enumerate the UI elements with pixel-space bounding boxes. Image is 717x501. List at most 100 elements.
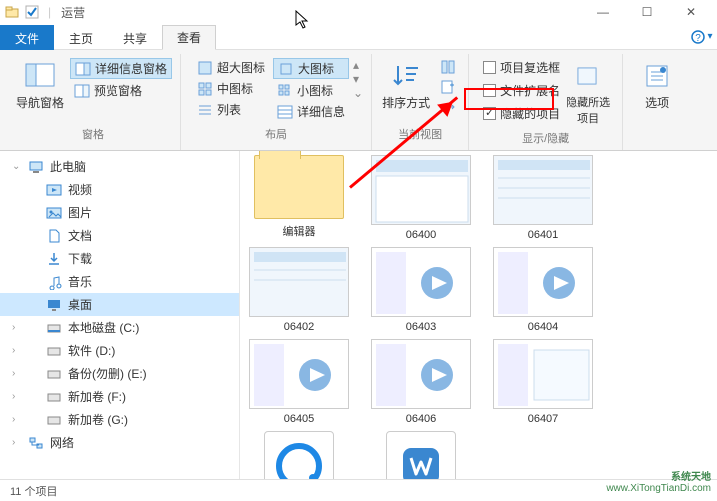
image-thumb [249,339,349,409]
help-button[interactable]: ? ▾ [687,24,717,49]
preview-pane-button[interactable]: 预览窗格 [70,81,172,100]
nav-videos[interactable]: 视频 [0,178,239,201]
checkbox-checked-icon [483,107,496,120]
pc-icon [28,159,44,175]
watermark: 系统天地 www.XiTongTianDi.com [606,468,711,494]
lg-icon [278,61,294,77]
desktop-icon [46,297,62,313]
tab-view[interactable]: 查看 [162,25,216,50]
size-columns-button[interactable] [436,98,460,116]
picture-icon [46,205,62,221]
minimize-button[interactable]: — [581,0,625,24]
nav-desktop[interactable]: 桌面 [0,293,239,316]
window-title: 运营 [61,4,85,21]
item-qq-browser[interactable]: QQ浏览器 [244,431,354,479]
file-ext-toggle[interactable]: 文件扩展名 [481,81,562,100]
image-thumb [371,155,471,225]
qq-icon [264,431,334,479]
group-by-button[interactable] [436,58,460,76]
disk-icon [46,412,62,428]
maximize-button[interactable]: ☐ [625,0,669,24]
nav-disk-g[interactable]: ›新加卷 (G:) [0,408,239,431]
layout-xl[interactable]: 超大图标 [193,58,269,77]
layout-scroll-up[interactable]: ▴ [353,58,363,72]
video-icon [46,182,62,198]
preview-pane-icon [74,83,90,99]
list-icon [197,102,213,118]
nav-downloads[interactable]: 下载 [0,247,239,270]
options-button[interactable]: 选项 [631,58,683,113]
qa-check-icon[interactable] [24,4,40,20]
layout-sm[interactable]: 小图标 [273,81,349,100]
item-06403[interactable]: 06403 [366,247,476,333]
layout-details[interactable]: 详细信息 [273,102,349,121]
item-06406[interactable]: 06406 [366,339,476,425]
group-show-hide: 项目复选框 文件扩展名 隐藏的项目 隐藏所选项目 显示/隐藏 [468,54,622,150]
item-folder[interactable]: 编辑器 [244,155,354,241]
item-checkboxes-toggle[interactable]: 项目复选框 [481,58,562,77]
content-area[interactable]: 编辑器 06400 06401 06402 06403 06404 06405 … [240,151,717,479]
item-06404[interactable]: 06404 [488,247,598,333]
layout-list[interactable]: 列表 [193,100,269,119]
add-columns-icon [440,79,456,95]
layout-lg[interactable]: 大图标 [273,58,349,79]
group-current-view-label: 当前视图 [398,124,442,146]
layout-expand[interactable]: ⌄ [353,86,363,100]
folder-icon [254,155,344,219]
hide-icon [572,60,604,92]
wps-icon [386,431,456,479]
nav-disk-d[interactable]: ›软件 (D:) [0,339,239,362]
nav-disk-f[interactable]: ›新加卷 (F:) [0,385,239,408]
title-bar: | 运营 — ☐ ✕ [0,0,717,24]
tab-home[interactable]: 主页 [54,25,108,50]
nav-pictures[interactable]: 图片 [0,201,239,224]
checkbox-icon [483,84,496,97]
network-icon [28,435,44,451]
item-06402[interactable]: 06402 [244,247,354,333]
add-columns-button[interactable] [436,78,460,96]
nav-pane-button[interactable]: 导航窗格 [14,58,66,113]
group-panes: 导航窗格 详细信息窗格 预览窗格 窗格 [6,54,180,150]
item-06401[interactable]: 06401 [488,155,598,241]
image-thumb [493,155,593,225]
item-06407[interactable]: 06407 [488,339,598,425]
nav-music[interactable]: 音乐 [0,270,239,293]
detail-pane-button[interactable]: 详细信息窗格 [70,58,172,79]
tab-file[interactable]: 文件 [0,25,54,50]
xl-icon [197,60,213,76]
options-icon [641,60,673,92]
group-layout: 超大图标 中图标 列表 大图标 小图标 详细信息 ▴ ▾ ⌄ 布局 [180,54,371,150]
item-count: 11 个项目 [10,483,57,499]
group-layout-label: 布局 [265,124,287,146]
folder-icon [4,4,20,20]
sort-button[interactable]: 排序方式 [380,58,432,113]
explorer-body: ⌄此电脑 视频 图片 文档 下载 音乐 桌面 ›本地磁盘 (C:) ›软件 (D… [0,151,717,479]
checkbox-icon [483,61,496,74]
tabs-row: 文件 主页 共享 查看 ? ▾ [0,24,717,50]
nav-documents[interactable]: 文档 [0,224,239,247]
hidden-items-toggle[interactable]: 隐藏的项目 [481,104,562,123]
layout-md[interactable]: 中图标 [193,79,269,98]
svg-text:?: ? [696,33,702,44]
close-button[interactable]: ✕ [669,0,713,24]
nav-disk-c[interactable]: ›本地磁盘 (C:) [0,316,239,339]
download-icon [46,251,62,267]
nav-this-pc[interactable]: ⌄此电脑 [0,155,239,178]
size-columns-icon [440,99,456,115]
group-show-hide-label: 显示/隐藏 [522,128,569,150]
nav-pane[interactable]: ⌄此电脑 视频 图片 文档 下载 音乐 桌面 ›本地磁盘 (C:) ›软件 (D… [0,151,240,479]
layout-scroll-down[interactable]: ▾ [353,72,363,86]
image-thumb [493,247,593,317]
nav-pane-icon [24,60,56,92]
md-icon [197,81,213,97]
nav-network[interactable]: ›网络 [0,431,239,454]
item-06405[interactable]: 06405 [244,339,354,425]
nav-disk-e[interactable]: ›备份(勿删) (E:) [0,362,239,385]
group-panes-label: 窗格 [82,124,104,146]
tab-share[interactable]: 共享 [108,25,162,50]
group-current-view: 排序方式 当前视图 [371,54,468,150]
music-icon [46,274,62,290]
item-draw[interactable]: 绘图1 [366,431,476,479]
item-06400[interactable]: 06400 [366,155,476,241]
hide-selected-button[interactable]: 隐藏所选项目 [562,58,614,128]
